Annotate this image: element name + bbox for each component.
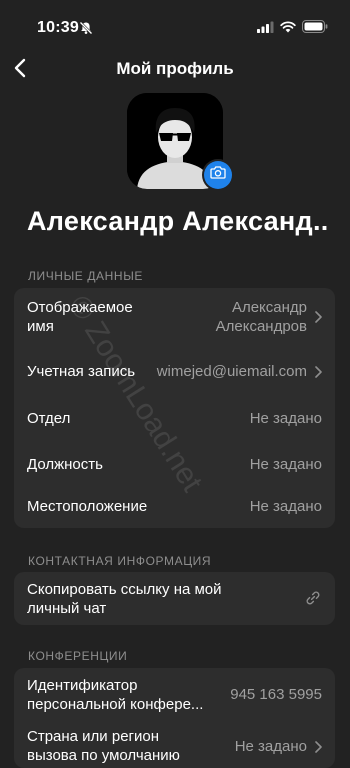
department-label: Отдел [27, 410, 71, 427]
display-name-value-line2: Александров [215, 318, 307, 335]
department-row[interactable]: Отдел Не задано [14, 394, 335, 440]
location-value: Не задано [249, 498, 322, 515]
personal-data-card: Отображаемое имя Александр Александров У… [14, 288, 335, 528]
default-call-country-value: Не задано [234, 738, 307, 755]
personal-meeting-id-row[interactable]: Идентификатор персональной конфере... 94… [14, 668, 335, 720]
location-row[interactable]: Местоположение Не задано [14, 486, 335, 528]
copy-chat-link-label-line2: личный чат [27, 600, 107, 617]
department-value: Не задано [249, 410, 322, 427]
account-value: wimejed@uiemail.com [156, 363, 307, 380]
battery-icon [302, 20, 328, 38]
chevron-right-icon [315, 365, 322, 383]
change-photo-button[interactable] [204, 161, 232, 189]
status-bar: 10:39 [0, 0, 350, 52]
position-label: Должность [27, 456, 103, 473]
personal-meeting-id-label-line1: Идентификатор [27, 677, 138, 694]
link-icon [305, 590, 321, 611]
copy-chat-link-label-line1: Скопировать ссылку на мой [27, 581, 222, 598]
section-header-contact: КОНТАКТНАЯ ИНФОРМАЦИЯ [28, 554, 212, 568]
section-header-personal: ЛИЧНЫЕ ДАННЫЕ [28, 269, 144, 283]
copy-chat-link-row[interactable]: Скопировать ссылку на мой личный чат [14, 572, 335, 625]
personal-meeting-id-label: Идентификатор персональной конфере... [27, 676, 203, 714]
personal-meeting-id-label-line2: персональной конфере... [27, 696, 204, 713]
position-value: Не задано [249, 456, 322, 473]
copy-chat-link-label: Скопировать ссылку на мой личный чат [27, 580, 222, 618]
avatar-container [127, 93, 232, 189]
cellular-signal-icon [257, 20, 274, 38]
chevron-right-icon [315, 740, 322, 758]
status-indicators [257, 20, 328, 38]
meetings-card: Идентификатор персональной конфере... 94… [14, 668, 335, 768]
personal-meeting-id-value: 945 163 5995 [230, 686, 322, 703]
profile-name: Александр Александ... [27, 206, 327, 236]
chevron-right-icon [315, 310, 322, 328]
navigation-bar: Мой профиль [0, 52, 350, 86]
display-name-value: Александр Александров [216, 298, 307, 336]
account-row[interactable]: Учетная запись wimejed@uiemail.com [14, 348, 335, 394]
default-call-country-label-line1: Страна или регион [27, 728, 160, 745]
default-call-country-label-line2: вызова по умолчанию [27, 747, 180, 764]
section-header-meetings: КОНФЕРЕНЦИИ [28, 649, 128, 663]
display-name-row[interactable]: Отображаемое имя Александр Александров [14, 288, 335, 348]
bell-off-icon [79, 21, 93, 40]
display-name-label-line2: имя [27, 318, 54, 335]
location-label: Местоположение [27, 498, 148, 515]
account-label: Учетная запись [27, 363, 136, 380]
status-time: 10:39 [37, 19, 79, 36]
contact-card: Скопировать ссылку на мой личный чат [14, 572, 335, 625]
page-title: Мой профиль [116, 59, 234, 78]
default-call-country-label: Страна или регион вызова по умолчанию [27, 727, 180, 765]
position-row[interactable]: Должность Не задано [14, 440, 335, 486]
display-name-label: Отображаемое имя [27, 298, 133, 336]
display-name-value-line1: Александр [231, 299, 307, 316]
wifi-icon [280, 20, 296, 38]
display-name-label-line1: Отображаемое [27, 299, 133, 316]
camera-icon [210, 166, 226, 184]
